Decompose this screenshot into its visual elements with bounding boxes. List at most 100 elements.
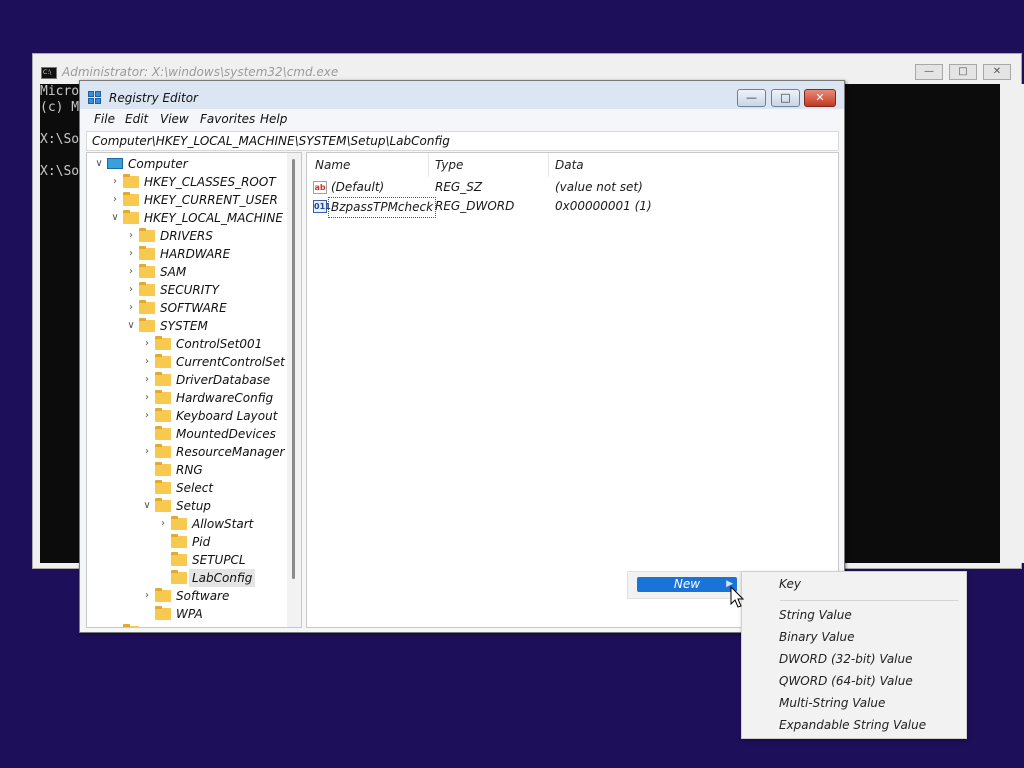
column-divider[interactable]: [548, 153, 549, 177]
chevron-right-icon[interactable]: ›: [141, 587, 153, 605]
folder-icon: [155, 462, 171, 476]
key-tree[interactable]: ∨ Computer › HKEY_CLASSES_ROOT › HKEY_CURRENT…: [86, 152, 302, 628]
chevron-right-icon[interactable]: ›: [141, 335, 153, 353]
tree-item-label: DRIVERS: [160, 229, 213, 243]
folder-icon: [123, 624, 139, 627]
menu-view[interactable]: View: [160, 112, 189, 126]
chevron-right-icon[interactable]: ›: [141, 389, 153, 407]
folder-icon: [171, 516, 187, 530]
cmd-maximize-button[interactable]: □: [949, 64, 977, 80]
chevron-right-icon[interactable]: ›: [125, 281, 137, 299]
value-row[interactable]: 011 BzpassTPMcheck REG_DWORD 0x00000001 …: [307, 197, 838, 218]
folder-icon: [155, 390, 171, 404]
context-menu-new[interactable]: New ▶: [637, 577, 737, 592]
value-type: REG_DWORD: [435, 199, 515, 213]
tree-item-label: LabConfig: [189, 569, 256, 587]
value-row[interactable]: ab (Default) REG_SZ (value not set): [307, 178, 838, 197]
chevron-right-icon[interactable]: ›: [109, 191, 121, 209]
tree-scrollbar[interactable]: [287, 153, 301, 627]
chevron-down-icon[interactable]: ∨: [125, 317, 137, 335]
cmd-title: Administrator: X:\windows\system32\cmd.e…: [62, 65, 339, 79]
submenu-string-value[interactable]: String Value: [779, 608, 852, 622]
folder-icon: [171, 570, 187, 584]
chevron-right-icon[interactable]: ›: [141, 353, 153, 371]
folder-icon: [155, 444, 171, 458]
submenu-key[interactable]: Key: [779, 577, 801, 591]
folder-icon: [155, 408, 171, 422]
cmd-minimize-button[interactable]: —: [915, 64, 943, 80]
value-data: (value not set): [555, 180, 643, 194]
folder-icon: [171, 534, 187, 548]
column-divider[interactable]: [428, 153, 429, 177]
folder-icon: [139, 246, 155, 260]
folder-icon: [139, 264, 155, 278]
regedit-app-icon: [88, 91, 102, 105]
submenu-binary-value[interactable]: Binary Value: [779, 630, 855, 644]
column-header-name[interactable]: Name: [315, 158, 350, 172]
tree-scroll-thumb[interactable]: [292, 159, 295, 579]
tree-item-label: HKEY_CLASSES_ROOT: [144, 175, 276, 189]
tree-item-label: HardwareConfig: [176, 391, 274, 405]
tree-item-label: DriverDatabase: [176, 373, 271, 387]
folder-icon: [155, 480, 171, 494]
column-header-data[interactable]: Data: [555, 158, 584, 172]
chevron-right-icon[interactable]: ›: [125, 227, 137, 245]
tree-item-label: HKEY_CURRENT_USER: [144, 193, 278, 207]
chevron-right-icon[interactable]: ›: [125, 245, 137, 263]
menu-edit[interactable]: Edit: [125, 112, 148, 126]
chevron-right-icon[interactable]: ›: [141, 371, 153, 389]
submenu-expandable-string-value[interactable]: Expandable String Value: [779, 718, 926, 732]
maximize-button[interactable]: □: [771, 89, 800, 107]
chevron-right-icon[interactable]: ›: [141, 407, 153, 425]
chevron-right-icon[interactable]: ›: [141, 443, 153, 461]
chevron-right-icon[interactable]: ›: [109, 173, 121, 191]
folder-icon: [155, 588, 171, 602]
registry-editor-window[interactable]: Registry Editor — □ ✕ File Edit View Fav…: [79, 80, 845, 633]
tree-item-label: WPA: [176, 607, 203, 621]
folder-icon: [123, 192, 139, 206]
chevron-down-icon[interactable]: ∨: [141, 497, 153, 515]
cmd-scrollbar[interactable]: [1012, 84, 1024, 563]
menu-help[interactable]: Help: [260, 112, 287, 126]
tree-item-label: ResourceManager: [176, 445, 285, 459]
tree-item-label: SAM: [160, 265, 187, 279]
column-header-type[interactable]: Type: [435, 158, 463, 172]
console-line: X:\So: [40, 164, 80, 179]
tree-item-label: HKEY_USERS: [144, 623, 222, 627]
value-name: BzpassTPMcheck: [328, 197, 437, 218]
context-menu: New ▶: [627, 571, 742, 599]
tree-item-label: SECURITY: [160, 283, 219, 297]
close-button[interactable]: ✕: [804, 89, 836, 107]
chevron-down-icon[interactable]: ∨: [109, 209, 121, 227]
menu-file[interactable]: File: [94, 112, 115, 126]
mouse-cursor-icon: [730, 586, 745, 608]
chevron-right-icon[interactable]: ›: [157, 515, 169, 533]
binary-value-icon: 011: [313, 200, 331, 213]
folder-icon: [139, 228, 155, 242]
submenu-multi-string-value[interactable]: Multi-String Value: [779, 696, 885, 710]
submenu-qword-value[interactable]: QWORD (64-bit) Value: [779, 674, 913, 688]
menu-favorites[interactable]: Favorites: [200, 112, 255, 126]
menu-bar: File Edit View Favorites Help: [80, 109, 844, 130]
chevron-right-icon[interactable]: ›: [125, 299, 137, 317]
chevron-down-icon[interactable]: ∨: [93, 155, 105, 173]
new-submenu: Key String Value Binary Value DWORD (32-…: [741, 571, 967, 739]
folder-icon: [155, 606, 171, 620]
tree-item-label: Keyboard Layout: [176, 409, 278, 423]
chevron-right-icon[interactable]: ›: [109, 623, 121, 627]
folder-icon: [139, 318, 155, 332]
cmd-close-button[interactable]: ✕: [983, 64, 1011, 80]
tree-item-label: Computer: [128, 157, 188, 171]
tree-item-label: HARDWARE: [160, 247, 231, 261]
values-list[interactable]: Name Type Data ab (Default) REG_SZ (valu…: [306, 152, 839, 628]
tree-item-label: CurrentControlSet: [176, 355, 285, 369]
submenu-dword-value[interactable]: DWORD (32-bit) Value: [779, 652, 913, 666]
address-bar[interactable]: Computer\HKEY_LOCAL_MACHINE\SYSTEM\Setup…: [86, 131, 839, 151]
chevron-right-icon[interactable]: ›: [125, 263, 137, 281]
string-value-icon: ab: [313, 181, 327, 194]
regedit-titlebar[interactable]: Registry Editor — □ ✕: [80, 81, 844, 109]
minimize-button[interactable]: —: [737, 89, 766, 107]
folder-icon: [155, 336, 171, 350]
monitor-icon: [107, 158, 123, 169]
folder-icon: [155, 354, 171, 368]
